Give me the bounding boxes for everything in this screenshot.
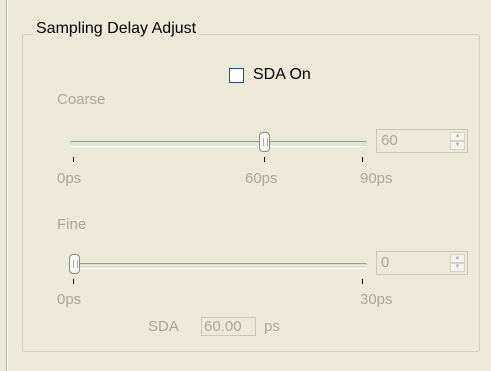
coarse-tick-0 bbox=[73, 157, 74, 162]
fine-spin-up-icon[interactable]: ▲ bbox=[450, 254, 465, 263]
coarse-tick-label-90: 90ps bbox=[360, 170, 393, 187]
coarse-tick-label-0: 0ps bbox=[57, 170, 82, 187]
coarse-spin-box[interactable]: 60 ▲ ▼ bbox=[376, 129, 468, 153]
coarse-slider-thumb[interactable] bbox=[259, 132, 270, 152]
fine-tick-label-0: 0ps bbox=[57, 291, 82, 308]
coarse-tick-90 bbox=[362, 157, 363, 162]
fine-spin-down-icon[interactable]: ▼ bbox=[450, 263, 465, 272]
sda-on-label[interactable]: SDA On bbox=[253, 66, 311, 84]
coarse-tick-label-60: 60ps bbox=[245, 170, 278, 187]
sda-on-checkbox[interactable]: SDA On bbox=[229, 66, 311, 84]
sda-value-field: 60.00 bbox=[201, 317, 256, 336]
checkbox-box[interactable] bbox=[229, 67, 244, 83]
fine-tick-30 bbox=[362, 279, 363, 284]
coarse-spin-down-icon[interactable]: ▼ bbox=[450, 141, 465, 150]
fine-slider-track[interactable] bbox=[70, 263, 367, 269]
sda-unit-label: ps bbox=[264, 318, 280, 335]
groupbox-title: Sampling Delay Adjust bbox=[33, 20, 200, 38]
coarse-tick-60 bbox=[264, 157, 265, 162]
panel-divider-highlight bbox=[7, 0, 8, 371]
fine-spin-value[interactable]: 0 bbox=[381, 254, 389, 271]
coarse-spin-up-icon[interactable]: ▲ bbox=[450, 132, 465, 141]
fine-tick-0 bbox=[73, 279, 74, 284]
fine-spin-box[interactable]: 0 ▲ ▼ bbox=[376, 251, 468, 275]
coarse-spin-value[interactable]: 60 bbox=[381, 132, 398, 149]
fine-label: Fine bbox=[57, 216, 87, 233]
coarse-label: Coarse bbox=[57, 91, 106, 108]
coarse-slider-track[interactable] bbox=[70, 141, 367, 147]
sda-label: SDA bbox=[148, 318, 179, 335]
fine-slider-thumb[interactable] bbox=[69, 254, 80, 274]
fine-tick-label-30: 30ps bbox=[360, 291, 393, 308]
